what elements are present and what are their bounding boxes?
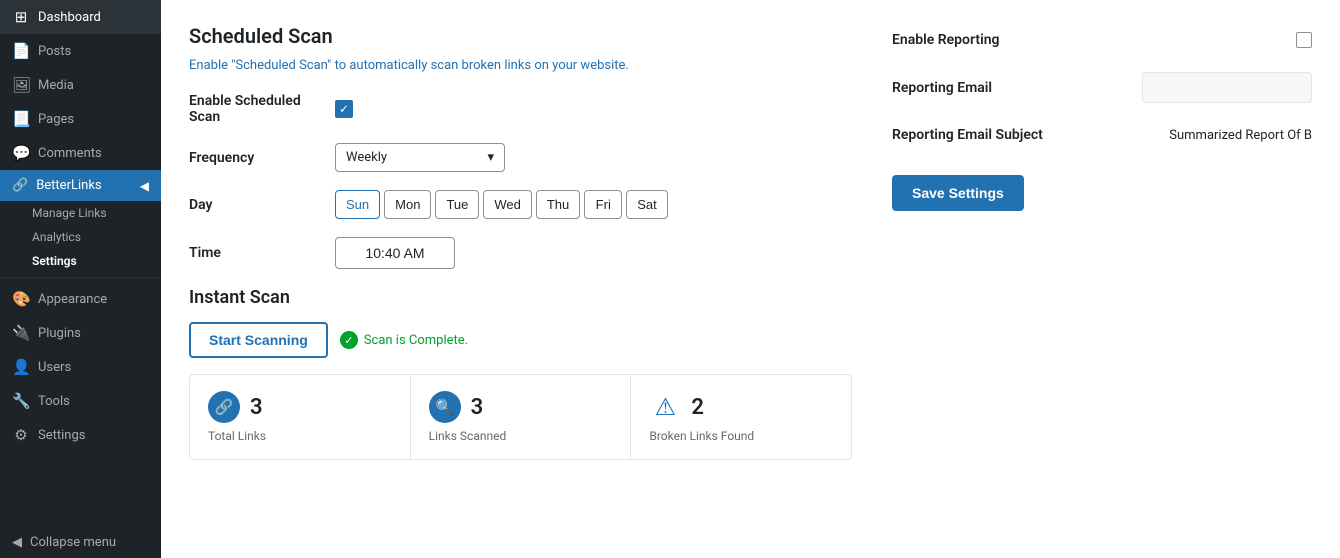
sidebar-item-plugins[interactable]: 🔌 Plugins [0,316,161,350]
scheduled-scan-title: Scheduled Scan [189,24,852,48]
sidebar-item-label: Plugins [38,326,81,341]
collapse-menu-button[interactable]: ◀ Collapse menu [0,527,161,558]
reporting-email-input[interactable] [1142,72,1312,103]
betterlinks-label: BetterLinks [36,178,101,193]
reporting-subject-label: Reporting Email Subject [892,127,1043,143]
save-settings-button[interactable]: Save Settings [892,175,1024,211]
sidebar-item-dashboard[interactable]: ⊞ Dashboard [0,0,161,34]
sidebar-item-label: Users [38,360,71,375]
appearance-icon: 🎨 [12,290,30,308]
frequency-label: Frequency [189,150,319,166]
reporting-subject-row: Reporting Email Subject Summarized Repor… [892,127,1312,143]
sidebar-item-manage-links[interactable]: Manage Links [0,201,161,225]
sidebar-item-settings-main[interactable]: ⚙ Settings [0,418,161,452]
warning-icon: ⚠ [649,391,681,423]
pages-icon: 📃 [12,110,30,128]
frequency-value: Weekly [346,150,387,165]
sidebar-item-label: Appearance [38,292,107,307]
day-btn-sat[interactable]: Sat [626,190,668,219]
day-btn-tue[interactable]: Tue [435,190,479,219]
day-btn-mon[interactable]: Mon [384,190,431,219]
betterlinks-arrow-icon: ◀ [140,179,149,193]
chevron-down-icon: ▾ [487,150,494,165]
stats-row: 🔗 3 Total Links 🔍 3 Links Scanned [189,374,852,460]
sidebar-item-users[interactable]: 👤 Users [0,350,161,384]
links-scanned-label: Links Scanned [429,429,613,443]
start-scanning-button[interactable]: Start Scanning [189,322,328,358]
collapse-icon: ◀ [12,535,22,550]
stat-broken-links: ⚠ 2 Broken Links Found [631,375,851,459]
posts-icon: 📄 [12,42,30,60]
settings-icon: ⚙ [12,426,30,444]
sidebar-item-pages[interactable]: 📃 Pages [0,102,161,136]
enable-reporting-row: Enable Reporting [892,32,1312,48]
sidebar: ⊞ Dashboard 📄 Posts 🖼 Media 📃 Pages 💬 Co… [0,0,161,558]
day-row: Day Sun Mon Tue Wed Thu Fri Sat [189,190,852,219]
sidebar-item-comments[interactable]: 💬 Comments [0,136,161,170]
frequency-row: Frequency Weekly ▾ [189,143,852,172]
sidebar-item-media[interactable]: 🖼 Media [0,68,161,102]
enable-scan-label: Enable Scheduled Scan [189,93,319,125]
scan-complete-icon: ✓ [340,331,358,349]
dashboard-icon: ⊞ [12,8,30,26]
time-input[interactable] [335,237,455,269]
time-label: Time [189,245,319,261]
tools-icon: 🔧 [12,392,30,410]
users-icon: 👤 [12,358,30,376]
media-icon: 🖼 [12,76,30,94]
stat-links-scanned: 🔍 3 Links Scanned [411,375,632,459]
scan-status: ✓ Scan is Complete. [340,331,468,349]
broken-links-label: Broken Links Found [649,429,833,443]
reporting-subject-value: Summarized Report Of B [1169,128,1312,143]
scan-action-row: Start Scanning ✓ Scan is Complete. [189,322,852,358]
instant-scan-title: Instant Scan [189,287,852,308]
day-label: Day [189,197,319,213]
sidebar-item-analytics[interactable]: Analytics [0,225,161,249]
betterlinks-submenu: Manage Links Analytics Settings [0,201,161,273]
sidebar-item-posts[interactable]: 📄 Posts [0,34,161,68]
frequency-dropdown[interactable]: Weekly ▾ [335,143,505,172]
enable-reporting-label: Enable Reporting [892,32,1000,48]
day-btn-fri[interactable]: Fri [584,190,622,219]
total-links-count: 3 [250,395,263,420]
links-scanned-count: 3 [471,395,484,420]
day-btn-sun[interactable]: Sun [335,190,380,219]
scan-status-text: Scan is Complete. [364,333,468,348]
sidebar-item-label: Pages [38,112,74,127]
enable-scan-checkbox[interactable]: ✓ [335,100,353,118]
sidebar-item-label: Dashboard [38,10,101,25]
stat-total-links: 🔗 3 Total Links [190,375,411,459]
reporting-email-label: Reporting Email [892,80,992,96]
sidebar-item-appearance[interactable]: 🎨 Appearance [0,282,161,316]
reporting-email-row: Reporting Email [892,72,1312,103]
broken-links-count: 2 [691,395,704,420]
sidebar-item-label: Media [38,78,74,93]
sidebar-item-betterlinks[interactable]: 🔗 BetterLinks ◀ [0,170,161,201]
day-buttons-group: Sun Mon Tue Wed Thu Fri Sat [335,190,668,219]
main-content: Scheduled Scan Enable "Scheduled Scan" t… [161,0,1340,558]
comments-icon: 💬 [12,144,30,162]
day-btn-thu[interactable]: Thu [536,190,580,219]
time-row: Time [189,237,852,269]
scheduled-scan-info: Enable "Scheduled Scan" to automatically… [189,58,852,73]
sidebar-item-label: Posts [38,44,71,59]
enable-scan-row: Enable Scheduled Scan ✓ [189,93,852,125]
left-panel: Scheduled Scan Enable "Scheduled Scan" t… [189,24,852,534]
plugins-icon: 🔌 [12,324,30,342]
sidebar-item-tools[interactable]: 🔧 Tools [0,384,161,418]
right-panel: Enable Reporting Reporting Email Reporti… [892,24,1312,534]
day-btn-wed[interactable]: Wed [483,190,532,219]
check-icon: ✓ [339,102,349,116]
sidebar-item-label: Settings [38,428,85,443]
scan-icon: 🔍 [429,391,461,423]
betterlinks-icon: 🔗 [12,178,28,193]
total-links-label: Total Links [208,429,392,443]
sidebar-item-label: Tools [38,394,70,409]
links-icon: 🔗 [208,391,240,423]
sidebar-item-settings[interactable]: Settings [0,249,161,273]
enable-reporting-checkbox[interactable] [1296,32,1312,48]
sidebar-divider [0,277,161,278]
sidebar-item-label: Comments [38,146,102,161]
